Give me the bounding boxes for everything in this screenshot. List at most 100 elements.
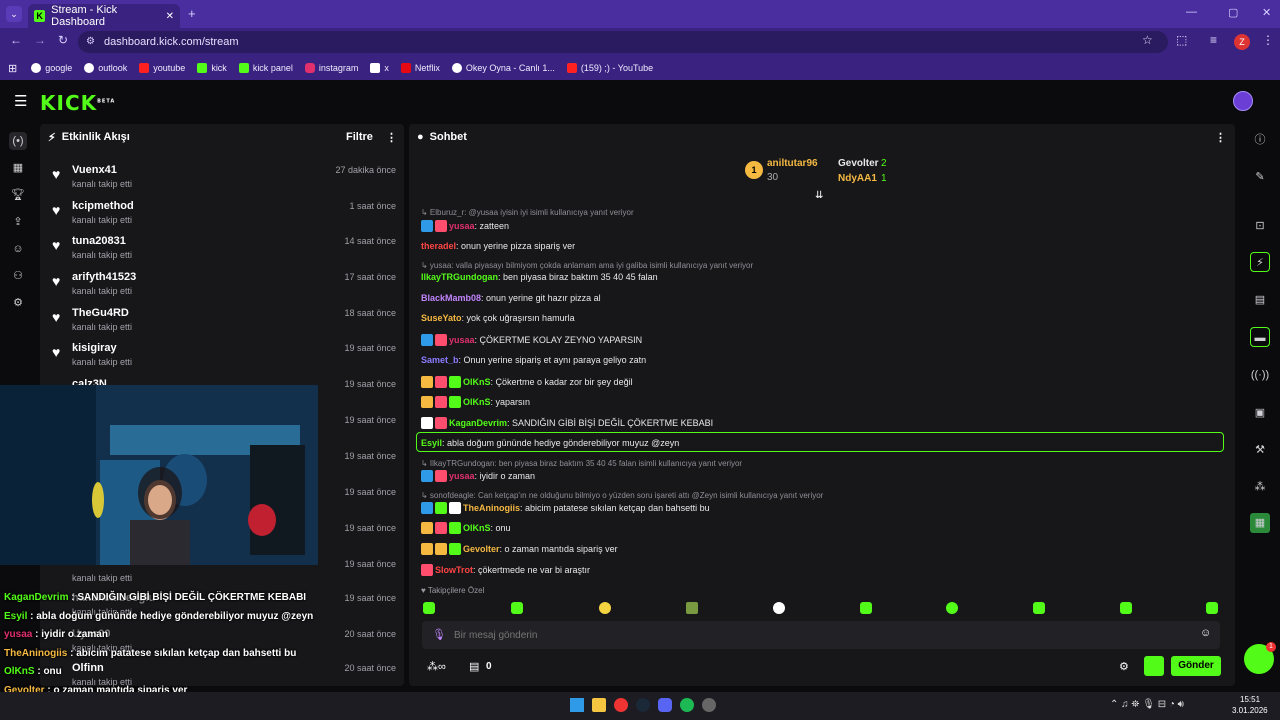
- chat-message[interactable]: SlowTrot: çökertmede ne var bi araştır: [421, 564, 1221, 576]
- channel-points-icon[interactable]: ⁂∞: [427, 660, 446, 673]
- chat-username[interactable]: KaganDevrim: [449, 418, 507, 428]
- chat-username[interactable]: Gevolter: [463, 544, 500, 554]
- chat-reply-context[interactable]: ↳ yusaa: valla piyasayı bilmiyom çokda a…: [421, 260, 1221, 270]
- activity-item[interactable]: ♥ kisigiray kanalı takip etti 19 saat önce: [48, 338, 396, 372]
- extensions-icon[interactable]: ⬚: [1176, 33, 1187, 47]
- kick-logo[interactable]: KICKBETA: [40, 91, 115, 115]
- chat-username[interactable]: yusaa: [449, 221, 475, 231]
- filter-button[interactable]: Filtre: [346, 131, 373, 143]
- site-info-icon[interactable]: ⚙: [86, 31, 95, 53]
- emote-icon[interactable]: [860, 602, 872, 614]
- upload-icon[interactable]: ⇪: [9, 213, 27, 231]
- chat-username[interactable]: TheAninogiis: [463, 503, 520, 513]
- stream-live-icon[interactable]: (•): [9, 132, 27, 150]
- bookmark-outlook[interactable]: outlook: [84, 63, 127, 73]
- activity-item[interactable]: ♥ Vuenx41 kanalı takip etti 27 dakika önce: [48, 160, 396, 194]
- chat-message[interactable]: BlackMamb08: onun yerine git hazır pizza…: [421, 293, 1221, 303]
- bookmark-x[interactable]: x: [370, 63, 389, 73]
- activity-item[interactable]: ♥ arifyth41523 kanalı takip etti 17 saat ön…: [48, 267, 396, 301]
- chat-message[interactable]: OlKnS: Çökertme o kadar zor bir şey deği…: [421, 376, 1221, 388]
- chat-username[interactable]: SlowTrot: [435, 565, 473, 575]
- bookmark-star-icon[interactable]: ☆: [1142, 33, 1153, 47]
- info-icon[interactable]: ⓘ: [1250, 130, 1270, 150]
- chat-message[interactable]: TheAninogiis: abicim patatese sıkılan ke…: [421, 502, 1221, 514]
- emote-icon[interactable]: [599, 602, 611, 614]
- chat-username[interactable]: theradel: [421, 241, 456, 251]
- bookmark-kick[interactable]: kick: [197, 63, 227, 73]
- chat-input[interactable]: 🎙︎ ☺: [422, 621, 1220, 649]
- back-icon[interactable]: ←: [10, 33, 22, 47]
- close-tab-icon[interactable]: ✕: [166, 11, 174, 22]
- bookmark-netflix[interactable]: Netflix: [400, 63, 440, 73]
- chat-message[interactable]: SuseYato: yok çok uğraşırsın hamurla: [421, 313, 1221, 323]
- profile-avatar[interactable]: Z: [1234, 34, 1250, 50]
- bookmark-google[interactable]: google: [31, 63, 72, 73]
- store-icon[interactable]: ▤: [469, 660, 479, 673]
- users-icon[interactable]: ⚇: [9, 267, 27, 285]
- chat-message[interactable]: OlKnS: onu: [421, 522, 1221, 534]
- chat-reply-context[interactable]: ↳ IlkayTRGundogan: ben piyasa biraz bakt…: [421, 458, 1221, 468]
- emote-icon[interactable]: [1120, 602, 1132, 614]
- browser-menu-icon[interactable]: ⋮: [1262, 33, 1274, 47]
- activity-item[interactable]: ♥ tuna20831 kanalı takip etti 14 saat önce: [48, 231, 396, 265]
- emote-icon[interactable]: [511, 602, 523, 614]
- chat-username[interactable]: OlKnS: [463, 377, 491, 387]
- emoji-icon[interactable]: ☺: [1200, 627, 1211, 639]
- activity-item[interactable]: ♥ kcipmethod kanalı takip etti 1 saat önce: [48, 196, 396, 230]
- emote-icon[interactable]: [773, 602, 785, 614]
- chat-message[interactable]: OlKnS: yaparsın: [421, 396, 1221, 408]
- analytics-icon[interactable]: ▦: [9, 159, 27, 177]
- maximize-icon[interactable]: ▢: [1228, 6, 1238, 19]
- quick-actions-icon[interactable]: ⚡︎: [1250, 252, 1270, 272]
- chat-message[interactable]: yusaa: iyidir o zaman: [421, 470, 1221, 482]
- emote-icon[interactable]: [946, 602, 958, 614]
- chat-reply-context[interactable]: ↳ sonofdeagle: Can ketçap'ın ne olduğunu…: [421, 490, 1221, 500]
- broadcast-icon[interactable]: ((·)): [1250, 365, 1270, 385]
- chat-username[interactable]: yusaa: [449, 471, 475, 481]
- start-icon[interactable]: [570, 698, 584, 712]
- discord-icon[interactable]: [658, 698, 672, 712]
- emote-icon[interactable]: [686, 602, 698, 614]
- media-icon[interactable]: ≡: [1210, 33, 1217, 47]
- chat-username[interactable]: Samet_b: [421, 355, 459, 365]
- system-tray[interactable]: ⌃ ♫ ⛯ 🎙︎ ⊟ ◔ 🔊︎: [1110, 699, 1184, 710]
- chat-username[interactable]: OlKnS: [463, 523, 491, 533]
- bookmark-kick-panel[interactable]: kick panel: [238, 63, 293, 73]
- new-tab-icon[interactable]: +: [188, 6, 196, 21]
- trophy-icon[interactable]: 🏆︎: [9, 186, 27, 204]
- chat-menu-icon[interactable]: ⋮: [1215, 131, 1226, 144]
- url-field[interactable]: ⚙ dashboard.kick.com/stream: [78, 31, 1168, 53]
- bookmark-youtube-video[interactable]: (159) ;) - YouTube: [566, 63, 653, 73]
- settings-icon[interactable]: ⚙: [9, 294, 27, 312]
- notes-icon[interactable]: ▤: [1250, 290, 1270, 310]
- edit-icon[interactable]: ✎: [1250, 167, 1270, 187]
- explorer-icon[interactable]: [592, 698, 606, 712]
- chat-message[interactable]: Gevolter: o zaman mantıda sipariş ver: [421, 543, 1221, 555]
- community-icon[interactable]: ☺: [9, 240, 27, 258]
- chat-username[interactable]: SuseYato: [421, 313, 462, 323]
- scroll-down-icon[interactable]: ⇊: [815, 190, 823, 201]
- emote-icon[interactable]: [1206, 602, 1218, 614]
- chat-username[interactable]: yusaa: [449, 335, 475, 345]
- chat-username[interactable]: IlkayTRGundogan: [421, 272, 498, 282]
- apps-icon[interactable]: ⊞: [8, 62, 17, 75]
- user-avatar[interactable]: [1233, 91, 1253, 111]
- chat-reply-context[interactable]: ↳ Elburuz_r: @yusaa iyisin iyi isimli ku…: [421, 207, 1221, 217]
- device-icon[interactable]: ▣: [1250, 403, 1270, 423]
- capture-icon[interactable]: ⊡: [1250, 216, 1270, 236]
- send-button[interactable]: Gönder: [1171, 656, 1221, 676]
- bookmark-okey[interactable]: Okey Oyna - Canlı 1...: [451, 63, 555, 73]
- chat-username[interactable]: OlKnS: [463, 397, 491, 407]
- chat-message-input[interactable]: [454, 625, 1174, 645]
- forward-icon[interactable]: →: [34, 33, 46, 47]
- close-window-icon[interactable]: ✕: [1262, 6, 1271, 19]
- activity-menu-icon[interactable]: ⋮: [386, 131, 397, 144]
- emote-icon[interactable]: [423, 602, 435, 614]
- chat-message[interactable]: yusaa: zatteen: [421, 220, 1221, 232]
- kick-app-icon[interactable]: ▦: [1250, 513, 1270, 533]
- steam-icon[interactable]: [636, 698, 650, 712]
- kick-emote-button[interactable]: [1144, 656, 1164, 676]
- microphone-icon[interactable]: 🎙︎: [432, 628, 446, 641]
- app-icon[interactable]: [702, 698, 716, 712]
- hamburger-menu-icon[interactable]: ☰: [14, 92, 27, 110]
